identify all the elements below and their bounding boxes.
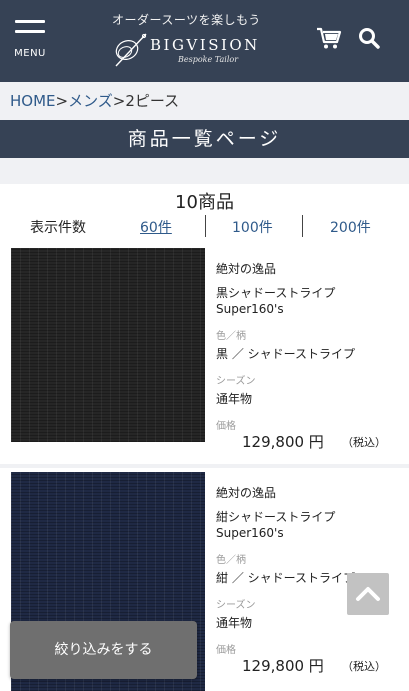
product-name[interactable]: 紺シャドーストライプ Super160's	[216, 509, 335, 541]
product-name-line2: Super160's	[216, 302, 284, 316]
breadcrumb-current: 2ピース	[125, 92, 180, 110]
color-label: 色／柄	[216, 331, 246, 342]
filter-button[interactable]: 絞り込みをする	[10, 621, 197, 679]
product-image[interactable]	[11, 248, 205, 442]
site-header: MENU オーダースーツを楽しもう BIGVISION Bespoke Tail…	[0, 0, 409, 82]
breadcrumb-separator: >	[112, 92, 126, 110]
per-page-option-100[interactable]: 100件	[232, 217, 273, 237]
page-title: 商品一覧ページ	[0, 120, 409, 158]
results-panel: 10商品 表示件数 60件 100件 200件	[0, 184, 409, 244]
breadcrumb-home[interactable]: HOME	[10, 92, 56, 110]
season-label: シーズン	[216, 600, 256, 611]
season-value: 通年物	[216, 616, 253, 630]
site-logo[interactable]: BIGVISION Bespoke Tailor	[110, 28, 280, 72]
search-icon[interactable]	[358, 27, 380, 49]
product-name-line1: 紺シャドーストライプ	[216, 510, 336, 524]
logo-subtitle: Bespoke Tailor	[178, 55, 239, 64]
product-name[interactable]: 黒シャドーストライプ Super160's	[216, 285, 335, 317]
breadcrumb: HOME>メンズ>2ピース	[10, 90, 179, 111]
breadcrumb-separator: >	[55, 92, 69, 110]
product-brand: 絶対の逸品	[216, 262, 277, 276]
divider	[302, 215, 303, 237]
chevron-up-icon	[356, 587, 380, 601]
product-name-line2: Super160's	[216, 526, 284, 540]
color-label: 色／柄	[216, 555, 246, 566]
product-brand: 絶対の逸品	[216, 486, 277, 500]
price-label: 価格	[216, 421, 236, 432]
price-value: 129,800 円	[242, 433, 324, 451]
back-to-top-button[interactable]	[347, 573, 389, 615]
per-page-label: 表示件数	[30, 220, 86, 236]
needle-thread-logo-icon	[115, 33, 147, 67]
site-tagline: オーダースーツを楽しもう	[112, 13, 261, 27]
per-page-option-60[interactable]: 60件	[140, 217, 172, 237]
season-value: 通年物	[216, 392, 253, 406]
tax-note: （税込）	[342, 436, 386, 449]
season-label: シーズン	[216, 376, 256, 387]
tax-note: （税込）	[342, 660, 386, 673]
per-page-option-200[interactable]: 200件	[330, 217, 371, 237]
breadcrumb-mens[interactable]: メンズ	[68, 92, 113, 110]
hamburger-icon	[15, 20, 45, 23]
color-value: 紺 ／ シャドーストライプ	[216, 571, 356, 585]
product-card[interactable]: 絶対の逸品 黒シャドーストライプ Super160's 色／柄 黒 ／ シャドー…	[0, 244, 409, 464]
logo-wordmark: BIGVISION	[150, 36, 260, 54]
price-value: 129,800 円	[242, 657, 324, 675]
divider	[205, 215, 206, 237]
result-count: 10商品	[175, 192, 234, 213]
price-label: 価格	[216, 645, 236, 656]
cart-icon[interactable]	[316, 26, 342, 50]
menu-label: MENU	[14, 48, 46, 59]
color-value: 黒 ／ シャドーストライプ	[216, 347, 356, 361]
product-name-line1: 黒シャドーストライプ	[216, 286, 336, 300]
menu-button[interactable]: MENU	[12, 18, 48, 62]
